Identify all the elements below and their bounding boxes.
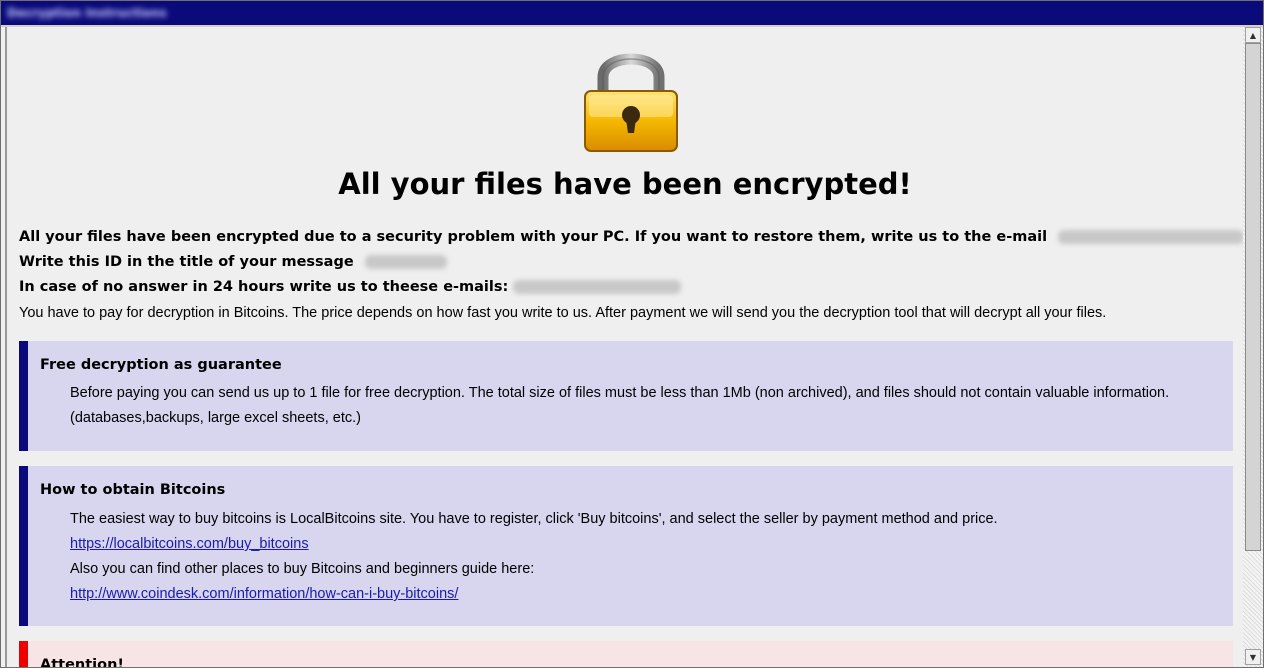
localbitcoins-link[interactable]: https://localbitcoins.com/buy_bitcoins bbox=[70, 536, 309, 552]
obtain-bitcoins-box: How to obtain Bitcoins The easiest way t… bbox=[19, 466, 1233, 626]
vertical-scrollbar[interactable]: ▲ ▼ bbox=[1243, 27, 1263, 667]
intro-text-email: All your files have been encrypted due t… bbox=[19, 229, 1048, 245]
scroll-down-button[interactable]: ▼ bbox=[1245, 649, 1261, 665]
localbitcoins-link-row: https://localbitcoins.com/buy_bitcoins bbox=[70, 536, 309, 552]
intro-line-backup-emails: In case of no answer in 24 hours write u… bbox=[19, 279, 682, 295]
free-decryption-box: Free decryption as guarantee Before payi… bbox=[19, 341, 1233, 451]
intro-line-id: Write this ID in the title of your messa… bbox=[19, 254, 447, 270]
scrollbar-thumb[interactable] bbox=[1245, 43, 1261, 551]
intro-line-payment: You have to pay for decryption in Bitcoi… bbox=[19, 305, 1107, 321]
redacted-email bbox=[1058, 230, 1243, 244]
intro-line-email: All your files have been encrypted due t… bbox=[19, 229, 1243, 245]
attention-title: Attention! bbox=[40, 657, 125, 667]
window-title: Decryption Instructions bbox=[7, 6, 167, 20]
intro-text-id: Write this ID in the title of your messa… bbox=[19, 254, 354, 270]
redacted-backup-emails bbox=[513, 280, 682, 294]
coindesk-link[interactable]: http://www.coindesk.com/information/how-… bbox=[70, 586, 458, 602]
free-decryption-line1: Before paying you can send us up to 1 fi… bbox=[70, 385, 1170, 401]
free-decryption-line2: (databases,backups, large excel sheets, … bbox=[70, 410, 361, 426]
arrow-down-icon: ▼ bbox=[1249, 652, 1257, 662]
intro-text-backup-emails: In case of no answer in 24 hours write u… bbox=[19, 279, 509, 295]
obtain-bitcoins-title: How to obtain Bitcoins bbox=[40, 482, 226, 498]
coindesk-link-row: http://www.coindesk.com/information/how-… bbox=[70, 586, 458, 602]
arrow-up-icon: ▲ bbox=[1249, 30, 1257, 40]
attention-box: Attention! bbox=[19, 641, 1233, 667]
scroll-up-button[interactable]: ▲ bbox=[1245, 27, 1261, 43]
redacted-id bbox=[364, 255, 447, 269]
ransom-note-content: All your files have been encrypted! All … bbox=[5, 27, 1243, 667]
padlock-icon bbox=[584, 53, 678, 152]
ransom-window: Decryption Instructions All your files h… bbox=[0, 0, 1264, 668]
obtain-bitcoins-line2: Also you can find other places to buy Bi… bbox=[70, 561, 535, 577]
free-decryption-title: Free decryption as guarantee bbox=[40, 357, 282, 373]
obtain-bitcoins-line1: The easiest way to buy bitcoins is Local… bbox=[70, 511, 998, 527]
page-title: All your files have been encrypted! bbox=[338, 167, 912, 201]
title-bar[interactable]: Decryption Instructions bbox=[1, 1, 1263, 27]
